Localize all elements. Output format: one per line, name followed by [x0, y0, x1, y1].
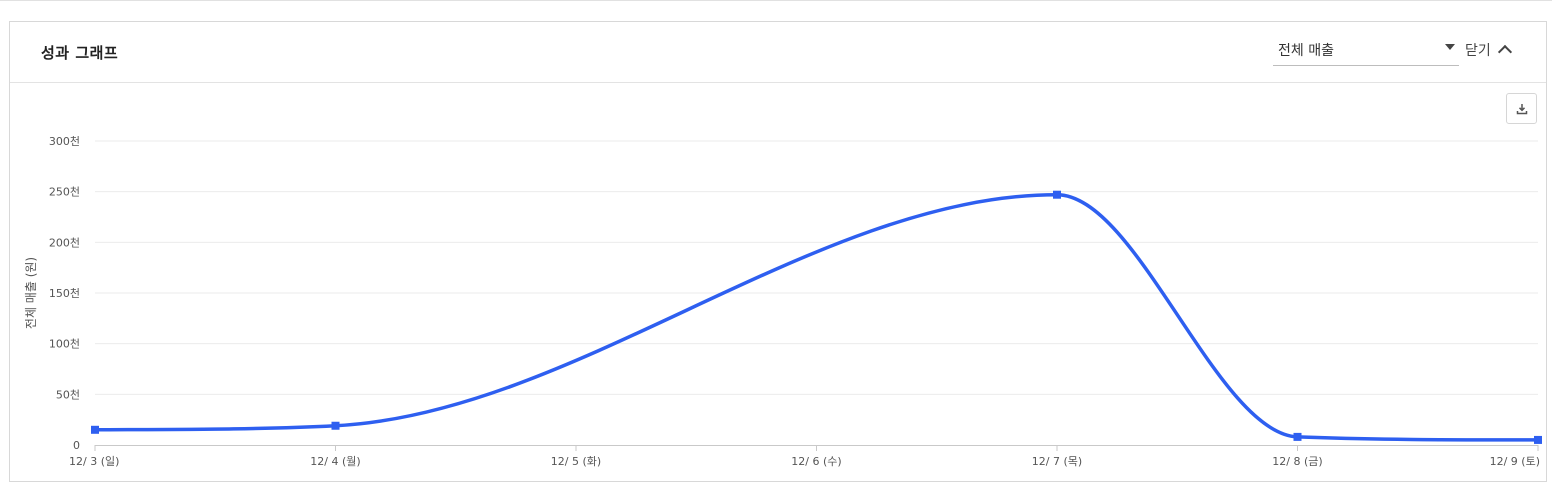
y-tick-label: 300천: [49, 134, 80, 148]
y-tick-label: 0: [73, 439, 80, 452]
x-tick-label: 12/ 7 (목): [1032, 455, 1082, 468]
x-tick-label: 12/ 8 (금): [1272, 455, 1322, 468]
x-tick-label: 12/ 3 (일): [69, 454, 119, 468]
y-tick-label: 200천: [49, 235, 80, 249]
x-tick-label: 12/ 5 (화): [551, 455, 601, 468]
y-axis-title: 전체 매출 (원): [24, 257, 38, 329]
data-point-marker: [331, 421, 340, 430]
data-point-marker: [1293, 432, 1302, 441]
x-tick-label: 12/ 6 (수): [791, 455, 841, 468]
data-point-marker: [1534, 435, 1542, 444]
line-chart: 0 50천 100천 150천 200천 250천 300천 12/ 3 (일) 12/ 4 (…: [24, 134, 1542, 468]
y-tick-label: 50천: [56, 387, 80, 401]
data-point-marker: [1053, 190, 1061, 199]
x-tick-label: 12/ 9 (토): [1490, 455, 1540, 468]
y-tick-label: 100천: [49, 337, 80, 351]
data-point-marker: [91, 425, 99, 434]
x-tick-label: 12/ 4 (월): [310, 455, 360, 468]
y-tick-label: 150천: [49, 286, 80, 300]
y-tick-label: 250천: [49, 185, 80, 199]
series-line: [94, 192, 1539, 442]
